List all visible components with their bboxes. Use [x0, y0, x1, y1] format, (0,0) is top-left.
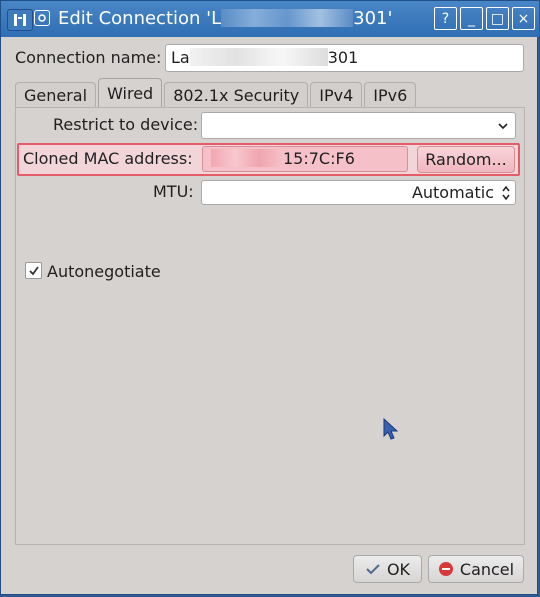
- help-button[interactable]: ?: [434, 7, 457, 30]
- tab-ipv6-label: IPv6: [373, 86, 408, 105]
- edit-connection-window: Edit Connection 'L 301' ? _ □ × Connectio…: [0, 0, 539, 595]
- random-button-label: Random...: [425, 150, 507, 169]
- window-title-prefix: Edit Connection 'L: [58, 8, 222, 29]
- cloned-mac-label: Cloned MAC address:: [23, 149, 193, 168]
- spin-arrows-icon[interactable]: [501, 184, 511, 202]
- tab-wired-label: Wired: [107, 84, 154, 103]
- connection-name-prefix: La: [171, 48, 190, 67]
- connection-name-redaction: [189, 48, 328, 66]
- autonegotiate-label: Autonegotiate: [47, 262, 161, 281]
- mtu-spinbox[interactable]: Automatic: [201, 180, 516, 205]
- tab-ipv4[interactable]: IPv4: [310, 82, 363, 108]
- tab-bar: General Wired 802.1x Security IPv4 IPv6: [15, 78, 418, 108]
- close-button[interactable]: ×: [512, 7, 535, 30]
- cancel-button[interactable]: Cancel: [428, 555, 524, 583]
- tab-8021x-security[interactable]: 802.1x Security: [164, 82, 309, 108]
- title-controls: ? _ □ ×: [434, 7, 535, 30]
- check-icon: [28, 265, 39, 275]
- titlebar[interactable]: Edit Connection 'L 301' ? _ □ ×: [1, 1, 539, 37]
- minimize-button[interactable]: _: [460, 7, 483, 30]
- autonegotiate-checkbox[interactable]: [25, 262, 42, 279]
- ok-label: OK: [386, 559, 411, 579]
- window-title: Edit Connection 'L 301': [58, 8, 392, 29]
- check-circle-icon: [366, 564, 380, 575]
- tab-8021x-security-label: 802.1x Security: [173, 86, 300, 105]
- tab-ipv6[interactable]: IPv6: [364, 82, 417, 108]
- restrict-device-label: Restrict to device:: [53, 115, 199, 134]
- tab-ipv4-label: IPv4: [319, 86, 354, 105]
- tab-general-label: General: [24, 86, 88, 105]
- mac-redaction: [211, 149, 283, 167]
- window-menu-icon[interactable]: [34, 10, 50, 26]
- cloned-mac-value: 15:7C:F6: [283, 149, 355, 168]
- connection-name-label: Connection name:: [15, 48, 162, 67]
- cancel-label: Cancel: [459, 559, 515, 579]
- tab-wired[interactable]: Wired: [98, 78, 163, 108]
- maximize-button[interactable]: □: [486, 7, 509, 30]
- connection-name-suffix: 301: [327, 48, 359, 67]
- window-title-suffix: 301': [353, 8, 393, 29]
- connection-name-field[interactable]: La 301: [165, 44, 524, 72]
- chevron-down-icon: [498, 123, 508, 130]
- mouse-pointer-icon: [383, 417, 398, 440]
- cloned-mac-field[interactable]: 15:7C:F6: [202, 146, 408, 172]
- random-button[interactable]: Random...: [417, 146, 515, 173]
- tab-general[interactable]: General: [15, 82, 97, 108]
- no-entry-icon: [438, 562, 453, 576]
- restrict-device-select[interactable]: [201, 112, 516, 139]
- title-redaction: [221, 9, 354, 27]
- mtu-value: Automatic: [411, 183, 494, 202]
- network-icon: [7, 9, 33, 31]
- ok-button[interactable]: OK: [353, 555, 422, 583]
- mtu-label: MTU:: [153, 182, 194, 201]
